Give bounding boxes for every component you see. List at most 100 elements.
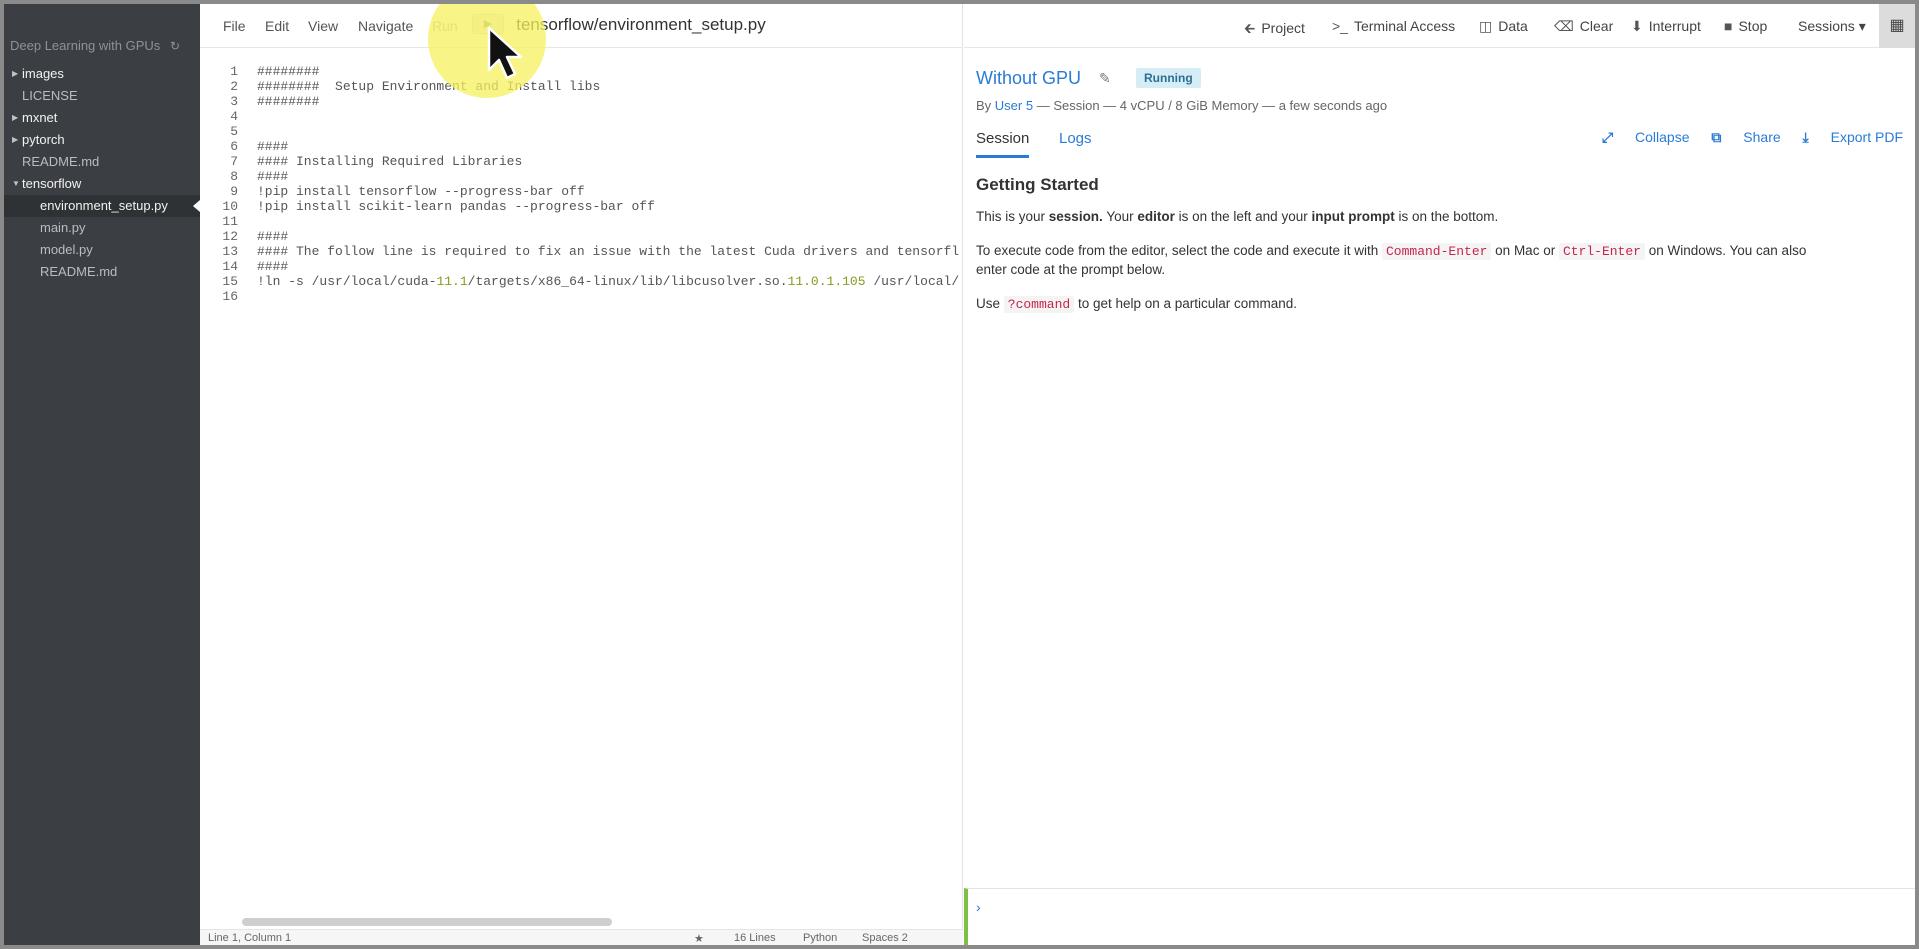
code-text: ######## xyxy=(257,64,320,79)
tree-file[interactable]: README.md xyxy=(4,151,200,173)
code-text: #### xyxy=(257,169,289,184)
line-number: 10 xyxy=(222,199,238,214)
menu-file[interactable]: File xyxy=(223,18,246,34)
code-editor[interactable]: 1 ######## 2 ######## Setup Environment and… xyxy=(200,64,963,304)
line-number: 13 xyxy=(222,244,238,259)
code-line: 14 #### xyxy=(200,259,963,274)
sessions-dropdown[interactable]: Sessions ▾ xyxy=(1798,18,1866,35)
edit-icon[interactable]: ✎ xyxy=(1099,70,1111,87)
data-button[interactable]: ◫ Data xyxy=(1479,18,1528,35)
caret-down-icon: ▼ xyxy=(12,179,20,188)
caret-right-icon: ▶ xyxy=(12,135,19,144)
code-line: 4 xyxy=(200,109,963,124)
menu-view[interactable]: View xyxy=(308,18,338,34)
code-text: #### xyxy=(257,259,289,274)
tree-folder[interactable]: ▶ images xyxy=(4,63,200,85)
line-number: 3 xyxy=(230,94,238,109)
code-text: #### xyxy=(257,139,289,154)
line-count: 16 Lines xyxy=(734,932,776,944)
editor-menu: File Edit View Navigate Run ▶ tensorflow… xyxy=(200,4,963,48)
play-icon: ▶ xyxy=(483,18,493,30)
session-pane: 🡰 Project >_ Terminal Access ◫ Data ⌫ Clear … xyxy=(964,4,1915,945)
editor-file-title: tensorflow/environment_setup.py xyxy=(516,15,766,34)
code-line: 16 xyxy=(200,289,963,304)
session-title[interactable]: Without GPU xyxy=(976,68,1081,89)
arrow-left-icon: 🡰 xyxy=(1244,20,1256,36)
editor-status-bar: Line 1, Column 1 ★ 16 Lines Python Space… xyxy=(200,929,963,945)
horizontal-scrollbar[interactable] xyxy=(242,918,612,926)
line-number: 15 xyxy=(222,274,238,289)
download-icon: ⤓ xyxy=(1802,129,1809,145)
session-actions: ⤢ Collapse ⧉ Share ⤓ Export PDF xyxy=(1584,129,1903,146)
run-button[interactable]: ▶ xyxy=(472,14,504,34)
tab-session[interactable]: Session xyxy=(976,130,1030,158)
tree-folder[interactable]: ▼ tensorflow xyxy=(4,173,200,195)
session-meta: By User 5 — Session — 4 vCPU / 8 GiB Mem… xyxy=(976,98,1388,113)
collapse-button[interactable]: ⤢ Collapse xyxy=(1602,129,1690,145)
shortcut-windows: Ctrl-Enter xyxy=(1558,243,1645,260)
indent-setting[interactable]: Spaces 2 xyxy=(862,932,908,944)
code-text: !pip install scikit-learn pandas --progr… xyxy=(257,199,655,214)
tree-file[interactable]: README.md xyxy=(4,261,200,283)
menu-navigate[interactable]: Navigate xyxy=(358,18,413,34)
tree-file[interactable]: environment_setup.py xyxy=(4,195,200,217)
share-button[interactable]: ⧉ Share xyxy=(1711,129,1780,145)
tree-folder[interactable]: ▶ mxnet xyxy=(4,107,200,129)
code-line: 1 ######## xyxy=(200,64,963,79)
menu-edit[interactable]: Edit xyxy=(265,18,289,34)
code-text: ######## Setup Environment and Install l… xyxy=(257,79,601,94)
help-paragraph: Use ?command to get help on a particular… xyxy=(976,296,1298,313)
line-number: 8 xyxy=(230,169,238,184)
cursor-position: Line 1, Column 1 xyxy=(208,932,292,944)
tree-file[interactable]: model.py xyxy=(4,239,200,261)
code-line: 3 ######## xyxy=(200,94,963,109)
refresh-icon[interactable]: ↻ xyxy=(170,39,180,53)
editor-pane: File Edit View Navigate Run ▶ tensorflow… xyxy=(200,4,963,945)
tree-item-label: environment_setup.py xyxy=(40,198,168,213)
code-line: 8 #### xyxy=(200,169,963,184)
tree-item-label: tensorflow xyxy=(22,176,82,191)
user-link[interactable]: User 5 xyxy=(995,98,1033,113)
tree-file[interactable]: main.py xyxy=(4,217,200,239)
language-mode[interactable]: Python xyxy=(803,932,837,944)
apps-grid-icon[interactable]: ▦ xyxy=(1879,4,1915,48)
line-number: 4 xyxy=(230,109,238,124)
star-icon[interactable]: ★ xyxy=(694,932,704,945)
tree-folder[interactable]: ▶ pytorch xyxy=(4,129,200,151)
prompt-chevron-icon: › xyxy=(976,899,981,915)
project-button[interactable]: 🡰 Project xyxy=(1244,18,1305,42)
code-line: 10 !pip install scikit-learn pandas --pro… xyxy=(200,199,963,214)
collapse-icon: ⤢ xyxy=(1601,129,1614,145)
code-line: 11 xyxy=(200,214,963,229)
caret-right-icon: ▶ xyxy=(12,69,19,78)
code-text: !pip install tensorflow --progress-bar o… xyxy=(257,184,585,199)
interrupt-button[interactable]: ⬇ Interrupt xyxy=(1631,18,1701,35)
code-line: 6 #### xyxy=(200,139,963,154)
tree-file[interactable]: LICENSE xyxy=(4,85,200,107)
tree-item-label: pytorch xyxy=(22,132,65,147)
share-icon: ⧉ xyxy=(1711,129,1722,145)
project-title: Deep Learning with GPUs ↻ xyxy=(10,38,180,53)
export-pdf-button[interactable]: ⤓ Export PDF xyxy=(1803,129,1903,145)
database-icon: ◫ xyxy=(1479,18,1493,34)
tree-item-label: main.py xyxy=(40,220,86,235)
code-line: 12 #### xyxy=(200,229,963,244)
code-line: 7 #### Installing Required Libraries xyxy=(200,154,963,169)
intro-paragraph: This is your session. Your editor is on … xyxy=(976,209,1499,224)
line-number: 2 xyxy=(230,79,238,94)
tab-logs[interactable]: Logs xyxy=(1059,130,1092,155)
tree-item-label: mxnet xyxy=(22,110,58,125)
tree-item-label: LICENSE xyxy=(22,88,78,103)
code-line: 13 #### The follow line is required to fi… xyxy=(200,244,963,259)
code-text: #### The follow line is required to fix … xyxy=(257,244,960,259)
session-output: Getting Started This is your session. Yo… xyxy=(976,176,1836,330)
code-line: 5 xyxy=(200,124,963,139)
input-prompt[interactable]: › xyxy=(964,888,1915,945)
stop-button[interactable]: ■ Stop xyxy=(1724,18,1767,34)
tree-item-label: images xyxy=(22,66,64,81)
code-line: 9 !pip install tensorflow --progress-bar … xyxy=(200,184,963,199)
clear-button[interactable]: ⌫ Clear xyxy=(1554,18,1613,35)
code-text: #### xyxy=(257,229,289,244)
menu-run[interactable]: Run xyxy=(432,18,458,34)
terminal-access-button[interactable]: >_ Terminal Access xyxy=(1332,18,1455,34)
